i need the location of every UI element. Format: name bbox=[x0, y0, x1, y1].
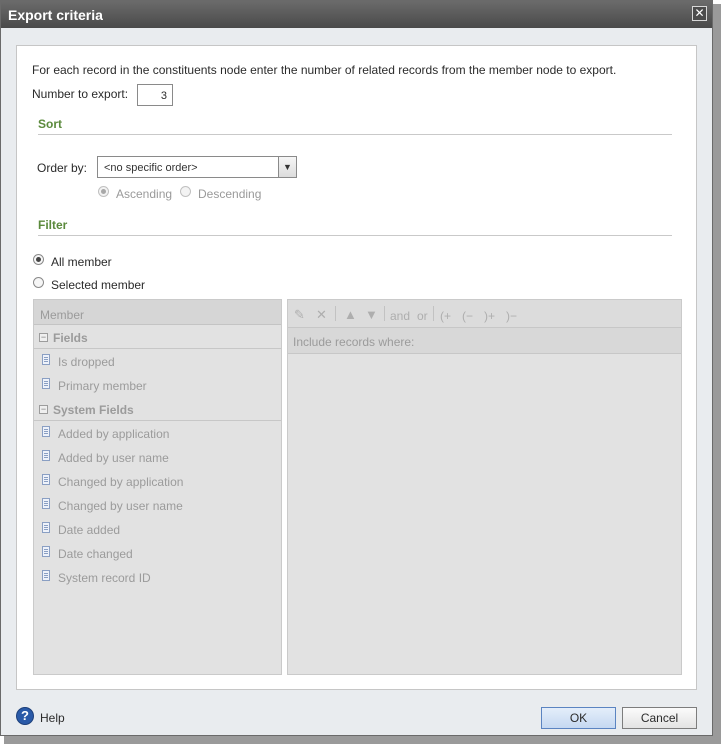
field-icon bbox=[42, 546, 50, 557]
field-icon bbox=[42, 570, 50, 581]
open-paren-plus-button[interactable]: (+ bbox=[440, 309, 451, 323]
tree-item[interactable]: Added by application bbox=[34, 421, 281, 445]
move-up-icon[interactable]: ▲ bbox=[344, 307, 357, 322]
close-button[interactable]: ✕ bbox=[692, 6, 707, 21]
edit-criteria-icon[interactable]: ✎ bbox=[294, 307, 305, 323]
tree-item-label: Changed by user name bbox=[58, 499, 183, 513]
tree-item[interactable]: System record ID bbox=[34, 565, 281, 589]
tree-item-label: System record ID bbox=[58, 571, 151, 585]
tree-item-label: Added by application bbox=[58, 427, 170, 441]
tree-item[interactable]: Primary member bbox=[34, 373, 281, 397]
toolbar-separator bbox=[433, 306, 434, 321]
collapse-icon[interactable]: − bbox=[39, 333, 48, 342]
export-criteria-dialog: Export criteria ✕ For each record in the… bbox=[0, 0, 713, 736]
field-icon bbox=[42, 450, 50, 461]
ascending-label: Ascending bbox=[116, 187, 173, 201]
toolbar-separator bbox=[335, 306, 336, 321]
selected-member-radio[interactable] bbox=[33, 277, 44, 288]
order-by-label: Order by: bbox=[37, 161, 88, 175]
sort-divider bbox=[38, 134, 672, 135]
all-member-radio[interactable] bbox=[33, 254, 44, 265]
cancel-button[interactable]: Cancel bbox=[622, 707, 697, 729]
selected-member-label: Selected member bbox=[51, 278, 146, 292]
tree-item-label: Changed by application bbox=[58, 475, 184, 489]
tree-item-label: Date added bbox=[58, 523, 121, 537]
tree-item[interactable]: Changed by application bbox=[34, 469, 281, 493]
field-icon bbox=[42, 354, 50, 365]
field-icon bbox=[42, 522, 50, 533]
tree-group-label: Fields bbox=[53, 331, 88, 345]
tree-item[interactable]: Date added bbox=[34, 517, 281, 541]
sort-heading: Sort bbox=[38, 117, 62, 131]
chevron-down-icon[interactable]: ▼ bbox=[278, 157, 296, 177]
field-icon bbox=[42, 498, 50, 509]
close-paren-minus-button[interactable]: )− bbox=[506, 309, 517, 323]
tree-group-label: System Fields bbox=[53, 403, 134, 417]
ascending-radio[interactable] bbox=[98, 186, 109, 197]
filter-heading: Filter bbox=[38, 218, 68, 232]
tree-item-label: Primary member bbox=[58, 379, 147, 393]
dialog-title: Export criteria bbox=[8, 7, 103, 23]
tree-header: Member bbox=[34, 300, 281, 325]
filter-divider bbox=[38, 235, 672, 236]
tree-item-label: Added by user name bbox=[58, 451, 169, 465]
tree-item[interactable]: Changed by user name bbox=[34, 493, 281, 517]
include-records-label: Include records where: bbox=[288, 328, 681, 354]
tree-group-fields[interactable]: − Fields bbox=[34, 325, 281, 349]
field-icon bbox=[42, 474, 50, 485]
field-tree-panel: Member − Fields Is dropped Primary membe… bbox=[33, 299, 282, 675]
title-bar: Export criteria ✕ bbox=[1, 1, 712, 28]
move-down-icon[interactable]: ▼ bbox=[365, 307, 378, 322]
descending-radio[interactable] bbox=[180, 186, 191, 197]
tree-item[interactable]: Added by user name bbox=[34, 445, 281, 469]
field-icon bbox=[42, 378, 50, 389]
collapse-icon[interactable]: − bbox=[39, 405, 48, 414]
close-icon: ✕ bbox=[694, 6, 705, 20]
field-icon bbox=[42, 426, 50, 437]
tree-group-system-fields[interactable]: − System Fields bbox=[34, 397, 281, 421]
close-paren-plus-button[interactable]: )+ bbox=[484, 309, 495, 323]
tree-item[interactable]: Date changed bbox=[34, 541, 281, 565]
tree-item-label: Date changed bbox=[58, 547, 133, 561]
dialog-content: For each record in the constituents node… bbox=[16, 45, 697, 690]
order-by-select[interactable]: <no specific order> ▼ bbox=[97, 156, 297, 178]
number-to-export-input[interactable]: 3 bbox=[137, 84, 173, 106]
all-member-label: All member bbox=[51, 255, 112, 269]
delete-icon[interactable]: ✕ bbox=[316, 307, 327, 323]
number-to-export-label: Number to export: bbox=[32, 87, 129, 101]
help-link[interactable]: Help bbox=[40, 711, 65, 725]
criteria-panel: ✎ ✕ ▲ ▼ and or (+ (− )+ )− Include recor… bbox=[287, 299, 682, 675]
and-button[interactable]: and bbox=[390, 309, 410, 323]
intro-text: For each record in the constituents node… bbox=[32, 63, 617, 77]
help-icon[interactable]: ? bbox=[16, 707, 34, 725]
order-by-value: <no specific order> bbox=[104, 162, 198, 174]
descending-label: Descending bbox=[198, 187, 262, 201]
tree-item-label: Is dropped bbox=[58, 355, 115, 369]
open-paren-minus-button[interactable]: (− bbox=[462, 309, 473, 323]
criteria-toolbar: ✎ ✕ ▲ ▼ and or (+ (− )+ )− bbox=[288, 300, 681, 328]
or-button[interactable]: or bbox=[417, 309, 428, 323]
tree-item[interactable]: Is dropped bbox=[34, 349, 281, 373]
ok-button[interactable]: OK bbox=[541, 707, 616, 729]
toolbar-separator bbox=[384, 306, 385, 321]
